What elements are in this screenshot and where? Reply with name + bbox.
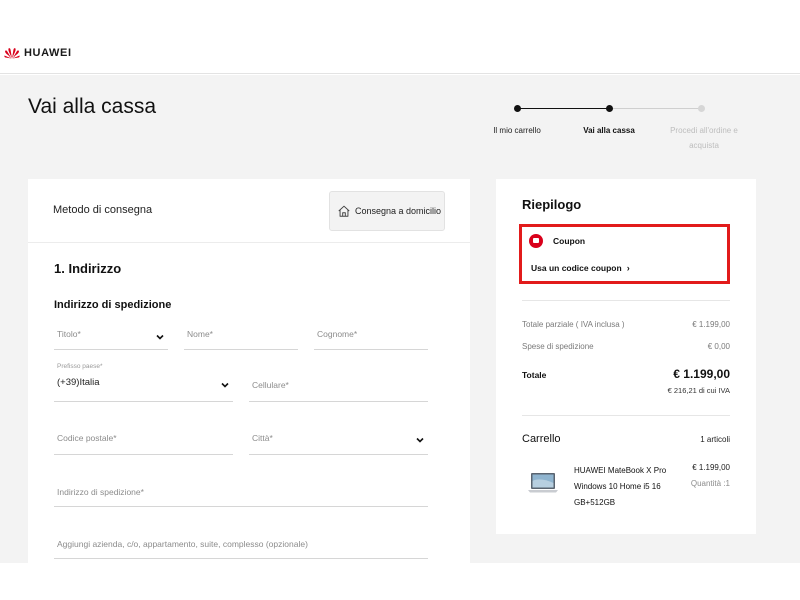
last-name-field[interactable]: Cognome*	[314, 324, 428, 350]
home-icon	[338, 205, 350, 217]
mobile-phone-field[interactable]: Cellulare*	[249, 363, 428, 402]
address-form-card: Metodo di consegna Consegna a domicilio …	[28, 179, 470, 563]
country-prefix-value: (+39)Italia	[57, 377, 100, 388]
checkout-area: Vai alla cassa Il mio carrello Vai alla …	[0, 75, 800, 563]
step-label-order: Procedi all'ordine e acquista	[670, 126, 738, 150]
delivery-method-row: Metodo di consegna Consegna a domicilio	[28, 179, 470, 243]
huawei-logo-icon	[4, 48, 20, 59]
divider	[522, 300, 730, 301]
delivery-method-label: Metodo di consegna	[53, 204, 153, 216]
chevron-down-icon	[221, 382, 229, 388]
page-title: Vai alla cassa	[28, 95, 157, 118]
total-value: € 1.199,00	[673, 367, 730, 381]
home-delivery-option[interactable]: Consegna a domicilio	[329, 191, 445, 231]
city-placeholder: Città*	[252, 433, 273, 443]
step-dot-2	[606, 105, 613, 112]
step-line-pending	[609, 108, 701, 109]
shipping-cost-row: Spese di spedizione € 0,00	[522, 342, 730, 351]
use-coupon-link[interactable]: Usa un codice coupon ›	[531, 263, 630, 273]
step-label-cart[interactable]: Il mio carrello	[482, 123, 552, 138]
subtotal-row: Totale parziale ( IVA inclusa ) € 1.199,…	[522, 320, 730, 329]
cart-item-count: 1 articoli	[700, 435, 730, 444]
order-summary-card: Riepilogo Coupon Usa un codice coupon › …	[496, 179, 756, 534]
city-select[interactable]: Città*	[249, 425, 428, 455]
shipping-label: Spese di spedizione	[522, 342, 594, 351]
shipping-address-field[interactable]: Indirizzo di spedizione*	[54, 479, 428, 507]
huawei-logo[interactable]: HUAWEI	[4, 47, 72, 59]
address-section-title: 1. Indirizzo	[54, 261, 122, 276]
address-extra-field[interactable]: Aggiungi azienda, c/o, appartamento, sui…	[54, 531, 428, 559]
brand-name: HUAWEI	[24, 47, 72, 59]
step-line-completed	[517, 108, 609, 109]
chevron-down-icon	[156, 334, 164, 340]
first-name-field[interactable]: Nome*	[184, 324, 298, 350]
title-select[interactable]: Titolo*	[54, 324, 168, 350]
subtotal-label: Totale parziale ( IVA inclusa )	[522, 320, 625, 329]
use-coupon-label: Usa un codice coupon	[531, 263, 622, 273]
subtotal-value: € 1.199,00	[692, 320, 730, 329]
country-prefix-label: Prefisso paese*	[57, 363, 103, 370]
laptop-product-image[interactable]	[528, 472, 558, 494]
chevron-down-icon	[416, 437, 424, 443]
coupon-icon	[529, 234, 543, 248]
shipping-address-placeholder: Indirizzo di spedizione*	[57, 487, 144, 497]
product-quantity: Quantità :1	[690, 479, 730, 488]
step-dot-1	[514, 105, 521, 112]
divider	[522, 415, 730, 416]
chevron-right-icon: ›	[626, 263, 630, 273]
top-header: HUAWEI	[0, 0, 800, 74]
country-prefix-select[interactable]: Prefisso paese* (+39)Italia	[54, 363, 233, 402]
postal-code-field[interactable]: Codice postale*	[54, 425, 233, 455]
product-price: € 1.199,00	[692, 463, 730, 472]
coupon-label: Coupon	[553, 236, 586, 246]
address-extra-placeholder: Aggiungi azienda, c/o, appartamento, sui…	[57, 539, 308, 549]
cart-title: Carrello	[522, 433, 561, 445]
postal-code-placeholder: Codice postale*	[57, 433, 117, 443]
step-label-checkout: Vai alla cassa	[583, 126, 635, 135]
total-label: Totale	[522, 370, 547, 380]
coupon-section: Coupon Usa un codice coupon ›	[519, 224, 730, 284]
product-name[interactable]: HUAWEI MateBook X Pro Windows 10 Home i5…	[574, 463, 678, 511]
step-dot-3	[698, 105, 705, 112]
last-name-placeholder: Cognome*	[317, 329, 358, 339]
home-delivery-label: Consegna a domicilio	[355, 206, 442, 216]
summary-title: Riepilogo	[522, 197, 582, 212]
title-placeholder: Titolo*	[57, 329, 81, 339]
vat-note: € 216,21 di cui IVA	[667, 386, 730, 395]
mobile-phone-placeholder: Cellulare*	[252, 380, 289, 390]
checkout-progress: Il mio carrello Vai alla cassa Procedi a…	[482, 101, 752, 161]
first-name-placeholder: Nome*	[187, 329, 213, 339]
shipping-value: € 0,00	[707, 342, 730, 351]
shipping-address-subtitle: Indirizzo di spedizione	[54, 299, 172, 311]
